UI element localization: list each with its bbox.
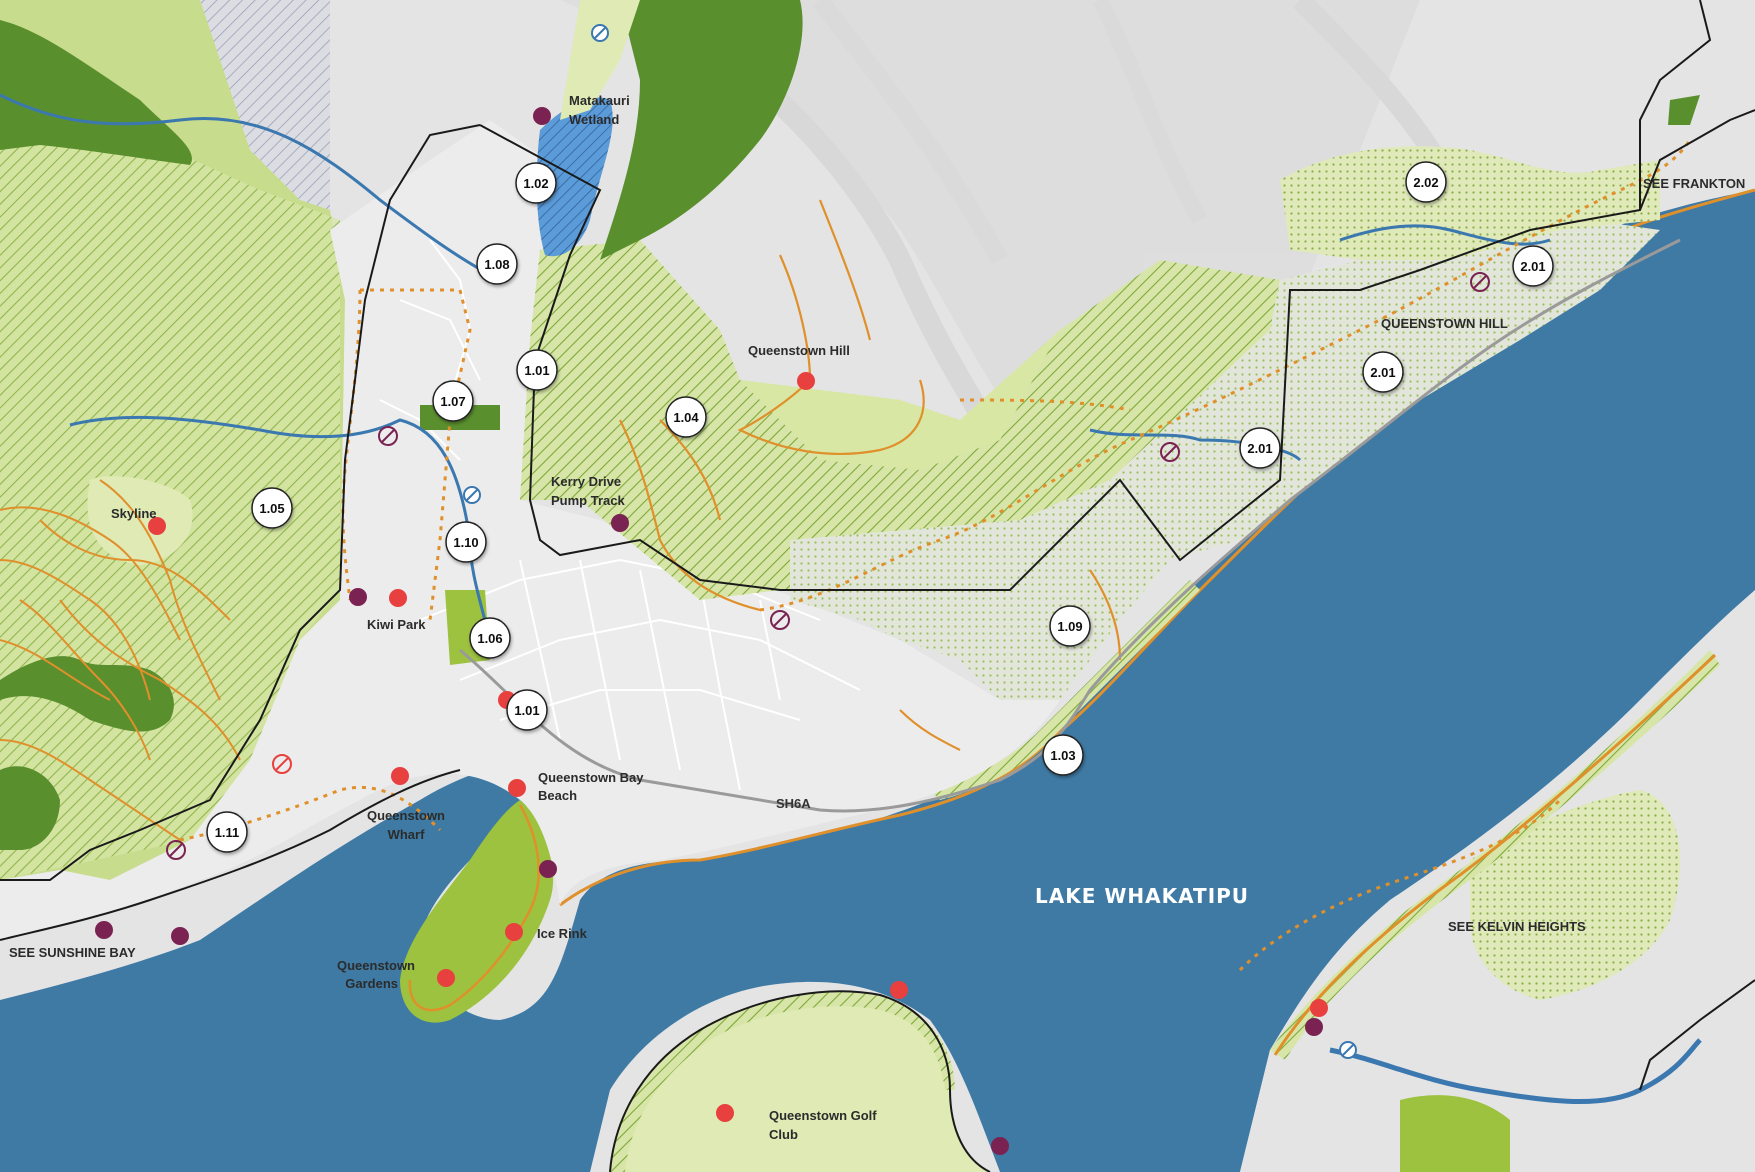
see-frankton-label: SEE FRANKTON — [1643, 176, 1745, 191]
gardens-purple-poi[interactable] — [539, 860, 557, 878]
area-marker[interactable]: 1.10 — [445, 521, 487, 563]
area-marker[interactable]: 1.02 — [515, 162, 557, 204]
cycle-crossing-icon — [591, 24, 609, 42]
matakauri-poi[interactable] — [533, 107, 551, 125]
gardens-poi[interactable] — [437, 969, 455, 987]
area-marker[interactable]: 1.01 — [506, 689, 548, 731]
svg-text:2.01: 2.01 — [1370, 365, 1395, 380]
svg-text:1.10: 1.10 — [453, 535, 478, 550]
queenstown-hill-poi[interactable] — [797, 372, 815, 390]
svg-text:1.05: 1.05 — [259, 501, 284, 516]
area-marker[interactable]: 1.03 — [1042, 734, 1084, 776]
queenstown-hill-area-label: QUEENSTOWN HILL — [1381, 316, 1508, 331]
svg-text:1.01: 1.01 — [524, 363, 549, 378]
bay-beach-poi[interactable] — [508, 779, 526, 797]
svg-text:2.01: 2.01 — [1247, 441, 1272, 456]
area-marker[interactable]: 1.07 — [432, 380, 474, 422]
svg-text:1.07: 1.07 — [440, 394, 465, 409]
highway-label: SH6A — [776, 796, 811, 811]
see-sunshine-bay-label: SEE SUNSHINE BAY — [9, 945, 136, 960]
svg-text:1.08: 1.08 — [484, 257, 509, 272]
svg-text:1.04: 1.04 — [673, 410, 699, 425]
skyline-label: Skyline — [111, 506, 157, 521]
sunshine-bay-poi-1[interactable] — [95, 921, 113, 939]
golf-shore-poi[interactable] — [890, 981, 908, 999]
kiwi-park-purple-poi[interactable] — [349, 588, 367, 606]
sunshine-bay-poi-2[interactable] — [171, 927, 189, 945]
kiwi-park-poi[interactable] — [389, 589, 407, 607]
ice-rink-poi[interactable] — [505, 923, 523, 941]
area-marker[interactable]: 1.04 — [665, 396, 707, 438]
lake-label: LAKE WHAKATIPU — [1035, 884, 1249, 908]
kiwi-park-label: Kiwi Park — [367, 617, 426, 632]
area-marker[interactable]: 1.05 — [251, 487, 293, 529]
svg-text:1.02: 1.02 — [523, 176, 548, 191]
queenstown-map[interactable]: SH6A 1.02 1.08 1.01 1.07 1.04 1.05 1.10 … — [0, 0, 1755, 1172]
area-marker[interactable]: 1.01 — [516, 349, 558, 391]
area-marker[interactable]: 2.02 — [1405, 161, 1447, 203]
svg-text:1.11: 1.11 — [215, 825, 240, 840]
area-marker[interactable]: 2.01 — [1362, 351, 1404, 393]
svg-text:1.09: 1.09 — [1057, 619, 1082, 634]
area-marker[interactable]: 2.01 — [1239, 427, 1281, 469]
area-marker[interactable]: 2.01 — [1512, 245, 1554, 287]
svg-text:2.02: 2.02 — [1413, 175, 1438, 190]
area-marker[interactable]: 1.09 — [1049, 605, 1091, 647]
see-kelvin-heights-label: SEE KELVIN HEIGHTS — [1448, 919, 1586, 934]
svg-text:1.03: 1.03 — [1050, 748, 1075, 763]
golf-club-poi[interactable] — [716, 1104, 734, 1122]
svg-text:1.01: 1.01 — [514, 703, 539, 718]
kerry-drive-poi[interactable] — [611, 514, 629, 532]
svg-text:1.06: 1.06 — [477, 631, 502, 646]
area-marker[interactable]: 1.08 — [476, 243, 518, 285]
queenstown-hill-peak-label: Queenstown Hill — [748, 343, 850, 358]
area-marker[interactable]: 1.11 — [206, 811, 248, 853]
ice-rink-label: Ice Rink — [537, 926, 588, 941]
svg-text:2.01: 2.01 — [1520, 259, 1545, 274]
cycle-crossing-icon — [1339, 1041, 1357, 1059]
area-marker[interactable]: 1.06 — [469, 617, 511, 659]
wharf-poi[interactable] — [391, 767, 409, 785]
cycle-crossing-icon — [463, 486, 481, 504]
golf-shore-purple-poi[interactable] — [991, 1137, 1009, 1155]
kelvin-poi-purple[interactable] — [1305, 1018, 1323, 1036]
kelvin-poi-red[interactable] — [1310, 999, 1328, 1017]
